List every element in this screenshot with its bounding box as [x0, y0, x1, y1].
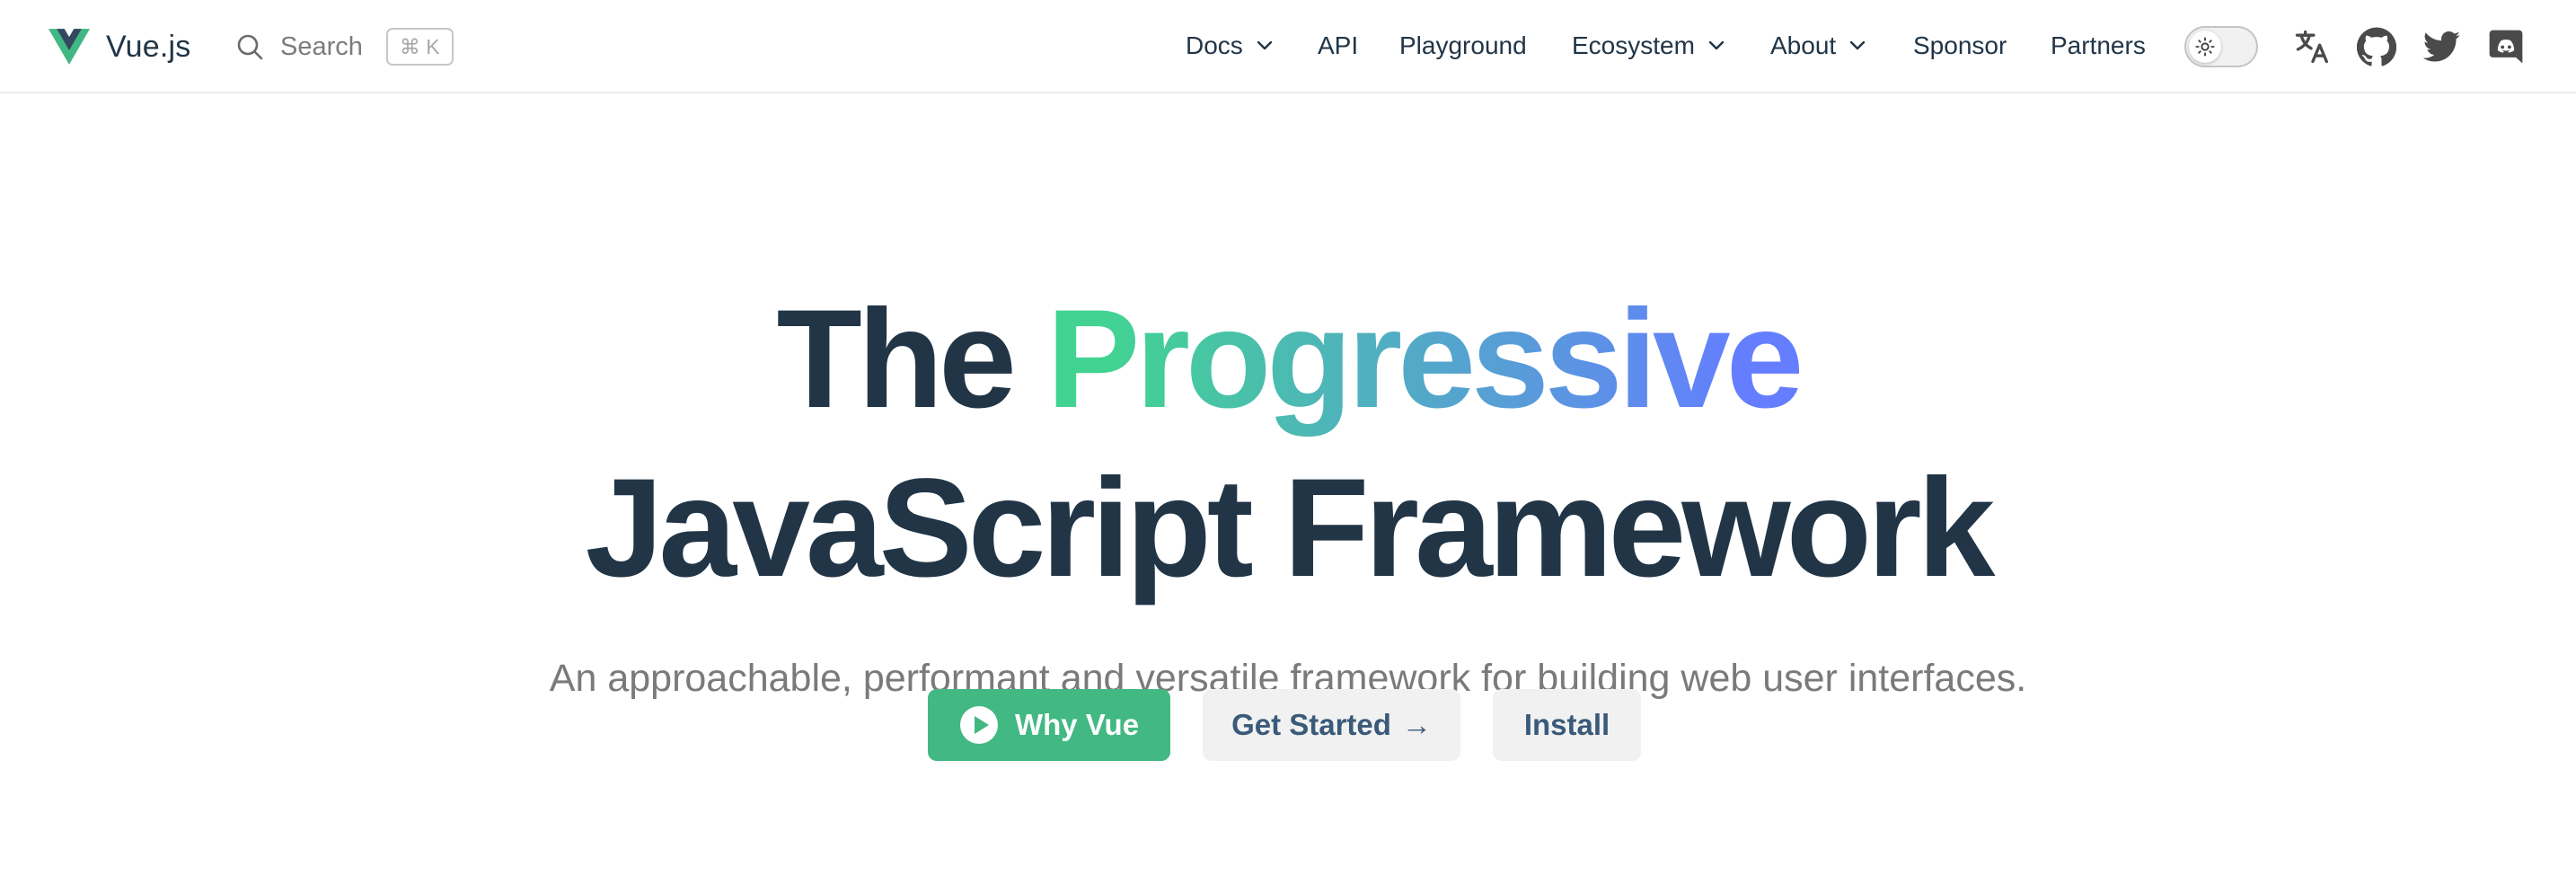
hero-section: The Progressive JavaScript Framework An …	[0, 93, 2576, 893]
discord-icon[interactable]	[2486, 27, 2526, 66]
nav-ecosystem[interactable]: Ecosystem	[1572, 23, 1725, 68]
hero-title-line-2: JavaScript Framework	[585, 450, 1996, 606]
nav-partners-label: Partners	[2051, 31, 2146, 59]
nav-api-label: API	[1318, 31, 1359, 59]
play-icon	[959, 706, 998, 744]
nav-sponsor[interactable]: Sponsor	[1913, 23, 2007, 68]
hero-title-accent: Progressive	[1046, 281, 1804, 438]
install-button[interactable]: Install	[1493, 689, 1641, 761]
nav-ecosystem-label: Ecosystem	[1572, 31, 1695, 59]
nav-docs-label: Docs	[1186, 31, 1243, 59]
search-shortcut-badge: ⌘ K	[385, 28, 454, 66]
search-icon	[237, 34, 263, 60]
hero-title-line-1: The Progressive	[0, 289, 2576, 429]
arrow-right-icon: →	[1401, 708, 1432, 741]
chevron-down-icon	[1849, 40, 1866, 50]
github-icon[interactable]	[2357, 27, 2396, 66]
chevron-down-icon	[1257, 40, 1272, 50]
why-vue-label: Why Vue	[1014, 708, 1140, 741]
nav-about-label: About	[1770, 31, 1837, 59]
navbar: Vue.js Search ⌘ K Docs API Playground Ec…	[0, 0, 2576, 93]
search-button[interactable]: Search ⌘ K	[235, 27, 454, 66]
install-label: Install	[1523, 708, 1610, 741]
translate-icon[interactable]	[2292, 27, 2332, 66]
chevron-down-icon	[1708, 40, 1725, 50]
get-started-label: Get Started	[1231, 708, 1391, 741]
hero-title-the: The	[776, 281, 1017, 438]
theme-toggle-knob	[2189, 31, 2221, 63]
nav-api[interactable]: API	[1318, 23, 1358, 68]
get-started-button[interactable]: Get Started →	[1203, 689, 1460, 761]
theme-toggle[interactable]	[2184, 26, 2258, 67]
nav-playground-label: Playground	[1399, 31, 1527, 59]
search-label: Search	[280, 31, 363, 61]
sun-icon	[2195, 37, 2215, 57]
vue-logo	[49, 29, 90, 65]
nav-docs[interactable]: Docs	[1186, 23, 1274, 68]
nav-about[interactable]: About	[1770, 23, 1866, 68]
hero-actions: Why Vue Get Started → Install	[0, 689, 2576, 761]
nav-sponsor-label: Sponsor	[1913, 31, 2007, 59]
why-vue-button[interactable]: Why Vue	[928, 689, 1170, 761]
nav-partners[interactable]: Partners	[2051, 23, 2146, 68]
brand-link[interactable]: Vue.js	[49, 27, 190, 66]
twitter-icon[interactable]	[2422, 27, 2461, 66]
nav-playground[interactable]: Playground	[1399, 23, 1527, 68]
brand-name: Vue.js	[106, 29, 191, 64]
